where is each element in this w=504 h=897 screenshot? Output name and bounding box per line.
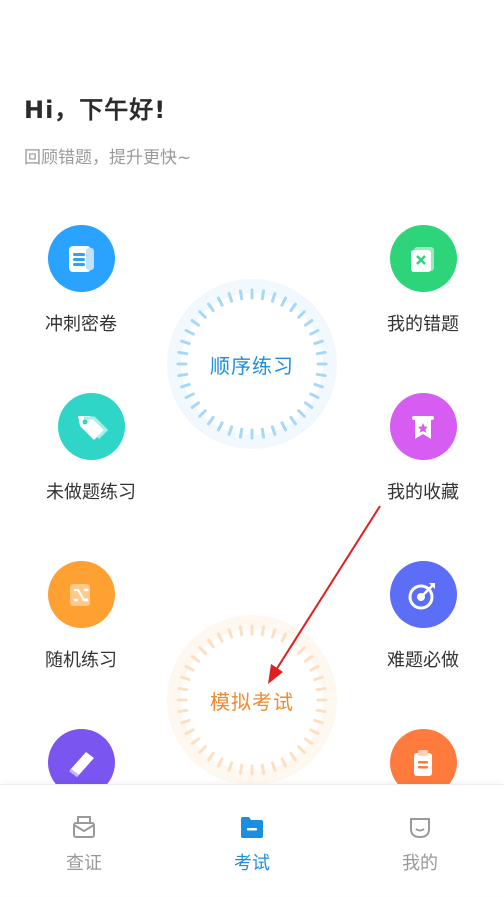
tab-exam-label: 考试 — [234, 853, 270, 874]
hard-questions-label: 难题必做 — [387, 650, 459, 671]
hard-questions-button[interactable]: 难题必做 — [363, 561, 483, 672]
mock-exam-label: 模拟考试 — [210, 689, 294, 714]
tab-exam[interactable]: 考试 — [192, 785, 312, 897]
greeting-title: Hi，下午好! — [24, 96, 167, 124]
folder-icon — [238, 813, 266, 841]
bookmark-star-icon — [389, 393, 457, 460]
my-favorites-button[interactable]: 我的收藏 — [363, 393, 483, 504]
sequence-practice-label: 顺序练习 — [210, 353, 294, 378]
sequence-practice-button[interactable]: 顺序练习 — [166, 278, 338, 450]
my-favorites-label: 我的收藏 — [387, 482, 459, 503]
shuffle-icon — [47, 561, 115, 628]
document-icon — [47, 225, 115, 292]
wrong-card-icon — [389, 225, 457, 292]
target-arrow-icon — [389, 561, 457, 628]
tab-mine[interactable]: 我的 — [360, 785, 480, 897]
undone-practice-button[interactable]: 未做题练习 — [31, 393, 151, 504]
bottom-tab-bar: 查证 考试 我的 — [0, 784, 504, 896]
smile-icon — [406, 813, 434, 841]
undone-practice-label: 未做题练习 — [46, 482, 136, 503]
tab-verify[interactable]: 查证 — [24, 785, 144, 897]
greeting-subtitle: 回顾错题，提升更快~ — [24, 148, 192, 168]
random-practice-button[interactable]: 随机练习 — [21, 561, 141, 672]
tag-icon — [57, 393, 125, 460]
random-practice-label: 随机练习 — [45, 650, 117, 671]
tab-verify-label: 查证 — [66, 853, 102, 874]
tab-mine-label: 我的 — [402, 853, 438, 874]
certificate-icon — [70, 813, 98, 841]
sprint-paper-button[interactable]: 冲刺密卷 — [21, 225, 141, 336]
mock-exam-button[interactable]: 模拟考试 — [166, 614, 338, 786]
my-wrong-questions-label: 我的错题 — [387, 314, 459, 335]
sprint-paper-label: 冲刺密卷 — [45, 314, 117, 335]
my-wrong-questions-button[interactable]: 我的错题 — [363, 225, 483, 336]
